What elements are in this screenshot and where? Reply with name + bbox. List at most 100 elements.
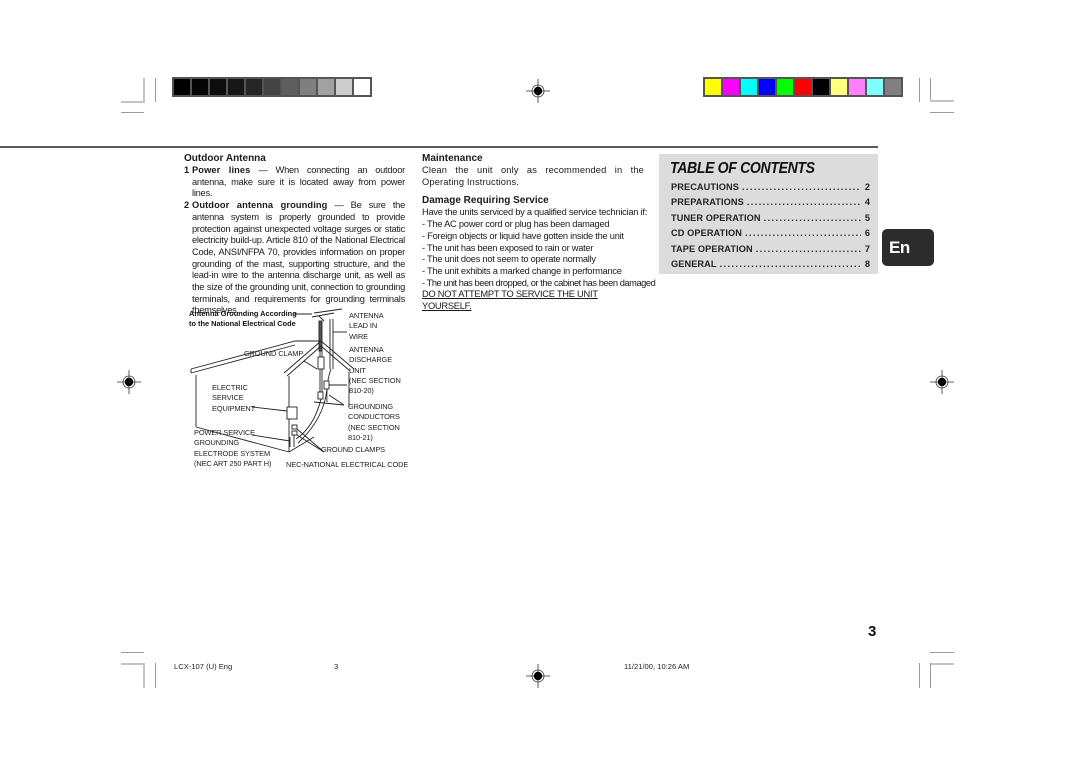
crop-mark — [930, 112, 954, 113]
list-item: 2 Outdoor antenna grounding — Be sure the… — [184, 200, 405, 317]
toc-leader-dots: ........................................… — [763, 212, 861, 223]
list-item: - The unit has been dropped, or the cabi… — [422, 277, 656, 288]
power-service-label: POWER SERVICE GROUNDING ELECTRODE SYSTEM (N… — [194, 428, 272, 468]
maintenance-text: Clean the unit only as recommended in th… — [422, 165, 644, 187]
crop-mark — [930, 652, 954, 653]
toc-entry-page: 5 — [864, 212, 870, 223]
toc-entry-page: 7 — [864, 243, 870, 254]
electric-service-label: ELECTRIC SERVICE EQUIPMENT — [212, 383, 256, 413]
service-warning: DO NOT ATTEMPT TO SERVICE THE UNIT YOURS… — [422, 289, 598, 312]
crop-mark — [121, 652, 144, 653]
nec-note: NEC-NATIONAL ELECTRICAL CODE — [286, 460, 409, 469]
crop-mark — [930, 663, 931, 688]
calibration-swatch — [813, 79, 829, 95]
registration-mark-icon — [930, 370, 954, 394]
crop-mark — [121, 663, 144, 665]
toc-list: PRECAUTIONS.............................… — [671, 182, 870, 274]
language-tab: En — [882, 229, 934, 266]
calibration-swatch — [210, 79, 226, 95]
antenna-lead-label: ANTENNA LEAD IN WIRE — [349, 311, 384, 341]
toc-entry-label: TAPE OPERATION — [671, 243, 753, 254]
crop-mark — [121, 112, 144, 113]
calibration-swatch — [174, 79, 190, 95]
calibration-swatch — [318, 79, 334, 95]
registration-mark-icon — [526, 664, 550, 688]
toc-entry-page: 4 — [864, 197, 870, 208]
toc-entry[interactable]: CD OPERATION............................… — [671, 228, 870, 243]
ground-clamp-label: GROUND CLAMP — [244, 349, 304, 358]
calibration-swatch — [795, 79, 811, 95]
calibration-swatch — [723, 79, 739, 95]
toc-leader-dots: ........................................… — [744, 228, 861, 239]
toc-entry-label: TUNER OPERATION — [671, 212, 761, 223]
toc-entry[interactable]: PRECAUTIONS.............................… — [671, 182, 870, 197]
footer-page: 3 — [334, 662, 339, 671]
toc-entry[interactable]: PREPARATIONS............................… — [671, 197, 870, 212]
calibration-swatch — [885, 79, 901, 95]
list-item: - Foreign objects or liquid have gotten … — [422, 230, 624, 241]
crop-mark — [930, 100, 954, 102]
item-text: — Be sure the antenna system is properly… — [192, 200, 405, 316]
item-title: Power lines — [192, 165, 251, 175]
crop-mark — [143, 663, 145, 688]
item-number: 2 — [184, 200, 189, 211]
crop-mark — [919, 663, 920, 688]
crop-mark — [143, 78, 145, 103]
calibration-swatch — [228, 79, 244, 95]
toc-entry-page: 8 — [864, 258, 870, 269]
item-number: 1 — [184, 165, 189, 175]
crop-mark — [930, 663, 954, 665]
footer-timestamp: 11/21/00, 10:26 AM — [624, 662, 690, 671]
section-heading: Outdoor Antenna — [184, 153, 266, 164]
calibration-swatch — [336, 79, 352, 95]
damage-list: - The AC power cord or plug has been dam… — [422, 219, 656, 289]
crop-mark — [155, 78, 156, 102]
calibration-swatch — [264, 79, 280, 95]
list-item: - The AC power cord or plug has been dam… — [422, 219, 610, 230]
toc-entry-label: GENERAL — [671, 258, 717, 269]
damage-intro: Have the units serviced by a qualified s… — [422, 207, 648, 218]
list-item: 1 Power lines — When connecting an outdoo… — [184, 165, 405, 200]
item-title: Outdoor antenna grounding — [192, 200, 328, 211]
toc-leader-dots: ........................................… — [755, 243, 861, 254]
header-rule — [0, 146, 878, 148]
toc-entry-label: CD OPERATION — [671, 228, 742, 239]
section-heading: Maintenance — [422, 153, 483, 164]
toc-leader-dots: ........................................… — [746, 197, 861, 208]
calibration-swatch — [192, 79, 208, 95]
calibration-swatch — [831, 79, 847, 95]
calibration-swatch — [300, 79, 316, 95]
section-heading: Damage Requiring Service — [422, 195, 549, 207]
toc-entry[interactable]: GENERAL.................................… — [671, 259, 870, 274]
calibration-swatch — [246, 79, 262, 95]
registration-mark-icon — [117, 370, 141, 394]
page-number: 3 — [868, 623, 877, 640]
toc-entry-page: 2 — [864, 182, 870, 192]
list-item: - The unit has been exposed to rain or w… — [422, 242, 594, 253]
toc-entry-label: PRECAUTIONS — [671, 182, 739, 192]
color-calibration-bar — [703, 77, 903, 97]
calibration-swatch — [867, 79, 883, 95]
toc-entry[interactable]: TAPE OPERATION..........................… — [671, 244, 870, 259]
list-item: - The unit does not seem to operate norm… — [422, 254, 596, 265]
grounding-conductors-label: GROUNDING CONDUCTORS (NEC SECTION 810-21) — [348, 402, 400, 442]
toc-title: TABLE OF CONTENTS — [670, 160, 815, 177]
toc-entry-page: 6 — [864, 228, 870, 239]
toc-entry-label: PREPARATIONS — [671, 197, 744, 208]
crop-mark — [155, 663, 156, 688]
toc-entry[interactable]: TUNER OPERATION.........................… — [671, 213, 870, 228]
outdoor-antenna-section: Outdoor Antenna 1 Power lines — When conn… — [184, 153, 405, 317]
list-item: - The unit exhibits a marked change in p… — [422, 265, 622, 276]
maintenance-section: Maintenance Clean the unit only as recom… — [422, 153, 656, 313]
crop-mark — [919, 78, 920, 102]
calibration-swatch — [354, 79, 370, 95]
calibration-swatch — [705, 79, 721, 95]
calibration-swatch — [741, 79, 757, 95]
toc-leader-dots: ........................................… — [741, 182, 861, 192]
calibration-swatch — [849, 79, 865, 95]
crop-mark — [930, 78, 931, 102]
crop-mark — [121, 101, 144, 103]
calibration-swatch — [282, 79, 298, 95]
toc-leader-dots: ........................................… — [719, 258, 861, 269]
table-of-contents: TABLE OF CONTENTS PRECAUTIONS...........… — [659, 154, 878, 274]
